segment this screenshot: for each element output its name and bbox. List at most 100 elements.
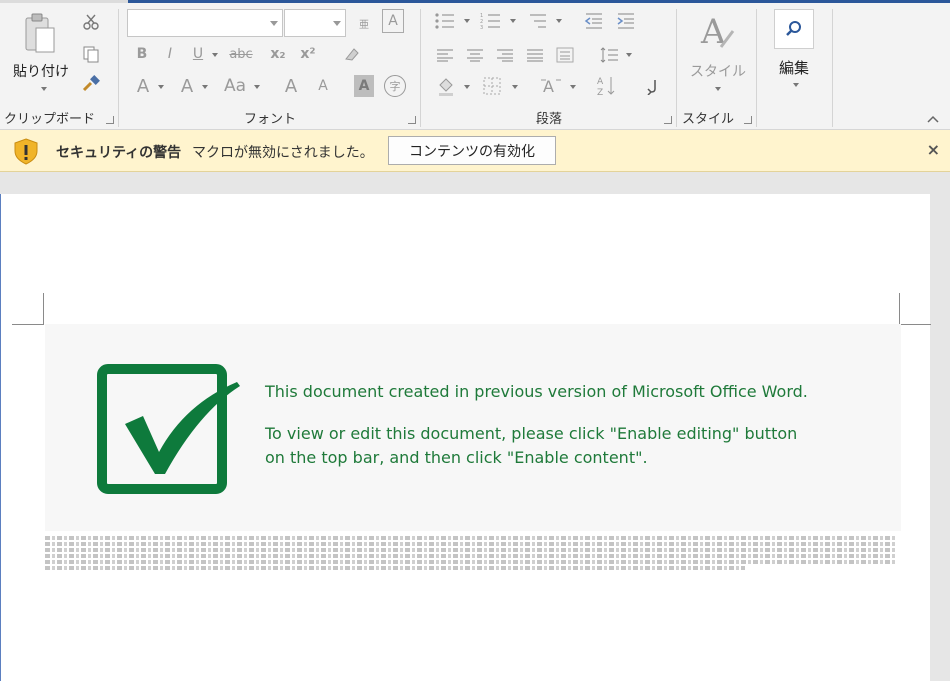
shrink-font-icon[interactable]: A bbox=[312, 73, 334, 99]
obfuscated-line bbox=[45, 542, 897, 546]
ribbon-separator bbox=[420, 9, 421, 127]
svg-text:3: 3 bbox=[480, 25, 483, 30]
align-right-icon[interactable] bbox=[494, 43, 516, 67]
numbering-dropdown-caret[interactable] bbox=[510, 19, 516, 23]
ribbon-separator bbox=[676, 9, 677, 127]
shading-icon[interactable] bbox=[434, 73, 458, 99]
bullets-icon[interactable] bbox=[432, 9, 458, 33]
align-center-icon[interactable] bbox=[464, 43, 486, 67]
strikethrough-icon[interactable]: abc bbox=[224, 41, 258, 67]
bullets-dropdown-caret[interactable] bbox=[464, 19, 470, 23]
svg-text:Z: Z bbox=[597, 88, 603, 97]
paragraph-launcher-icon[interactable] bbox=[664, 116, 672, 124]
collapse-ribbon-icon[interactable] bbox=[924, 111, 942, 127]
format-painter-icon[interactable] bbox=[80, 73, 102, 95]
banner-text-line2: To view or edit this document, please cl… bbox=[265, 424, 798, 443]
underline-icon[interactable]: U bbox=[188, 41, 208, 67]
security-warning-message: マクロが無効にされました。 bbox=[192, 145, 374, 161]
line-spacing-dropdown-caret[interactable] bbox=[626, 53, 632, 57]
superscript-icon[interactable]: x² bbox=[296, 41, 320, 67]
paragraph-group-label: 段落 bbox=[535, 112, 562, 127]
group-clipboard: 貼り付け クリップボード bbox=[0, 3, 118, 130]
group-styles: A スタイル スタイル bbox=[678, 3, 756, 130]
styles-launcher-icon[interactable] bbox=[744, 116, 752, 124]
security-warning-title: セキュリティの警告 bbox=[56, 145, 182, 161]
cut-icon[interactable] bbox=[80, 11, 102, 33]
styles-label[interactable]: スタイル bbox=[690, 61, 746, 81]
change-case-icon[interactable]: Aa bbox=[220, 73, 250, 99]
font-name-dropdown-caret[interactable] bbox=[270, 21, 278, 26]
clipboard-group-label: クリップボード bbox=[4, 112, 96, 127]
obfuscated-line bbox=[45, 554, 897, 558]
font-group-label: フォント bbox=[243, 112, 296, 127]
font-size-dropdown-caret[interactable] bbox=[333, 21, 341, 26]
distributed-icon[interactable] bbox=[554, 43, 576, 67]
close-icon[interactable]: × bbox=[927, 140, 940, 159]
banner-text-line1: This document created in previous versio… bbox=[265, 382, 808, 401]
clipboard-launcher-icon[interactable] bbox=[106, 116, 114, 124]
obfuscated-text-block bbox=[45, 536, 897, 572]
phonetic-guide-icon[interactable]: 亜 bbox=[354, 9, 374, 37]
enable-content-button[interactable]: コンテンツの有効化 bbox=[388, 136, 556, 165]
font-size-combobox[interactable] bbox=[284, 9, 346, 37]
borders-dropdown-caret[interactable] bbox=[512, 85, 518, 89]
grow-font-icon[interactable]: A bbox=[280, 73, 302, 99]
change-case-dropdown-caret[interactable] bbox=[254, 85, 260, 89]
bold-icon[interactable]: B bbox=[132, 41, 152, 67]
ribbon-separator bbox=[118, 9, 119, 127]
clear-formatting-icon[interactable] bbox=[340, 41, 362, 67]
obfuscated-line bbox=[45, 566, 745, 570]
justify-icon[interactable] bbox=[524, 43, 546, 67]
numbering-icon[interactable]: 123 bbox=[478, 9, 504, 33]
ribbon: 貼り付け クリップボード 亜 A B I U abc x₂ x² A A Aa … bbox=[0, 3, 950, 130]
underline-dropdown-caret[interactable] bbox=[212, 53, 218, 57]
copy-icon[interactable] bbox=[80, 43, 102, 65]
group-paragraph: 123 A AZ 段落 bbox=[422, 3, 676, 130]
shading-dropdown-caret[interactable] bbox=[464, 85, 470, 89]
asian-layout-icon[interactable]: A bbox=[538, 73, 564, 99]
checkmark-box-icon bbox=[97, 364, 247, 500]
enclose-char-icon[interactable]: 字 bbox=[384, 75, 406, 97]
italic-icon[interactable]: I bbox=[160, 41, 180, 67]
paste-icon[interactable] bbox=[20, 11, 60, 59]
char-shading-icon[interactable]: A bbox=[354, 75, 374, 97]
editing-dropdown-caret[interactable] bbox=[793, 83, 799, 87]
text-effects-dropdown-caret[interactable] bbox=[158, 85, 164, 89]
asian-layout-dropdown-caret[interactable] bbox=[570, 85, 576, 89]
font-color-icon[interactable]: A bbox=[176, 73, 198, 99]
font-name-combobox[interactable] bbox=[127, 9, 283, 37]
increase-indent-icon[interactable] bbox=[614, 9, 638, 33]
multilevel-dropdown-caret[interactable] bbox=[556, 19, 562, 23]
obfuscated-line bbox=[45, 560, 897, 564]
warning-shield-icon bbox=[12, 137, 40, 165]
document-page[interactable]: This document created in previous versio… bbox=[0, 194, 931, 681]
font-launcher-icon[interactable] bbox=[408, 116, 416, 124]
align-left-icon[interactable] bbox=[434, 43, 456, 67]
styles-dropdown-caret[interactable] bbox=[715, 87, 721, 91]
sort-icon[interactable]: AZ bbox=[594, 73, 618, 99]
subscript-icon[interactable]: x₂ bbox=[266, 41, 290, 67]
ribbon-separator bbox=[756, 9, 757, 127]
multilevel-list-icon[interactable] bbox=[524, 9, 550, 33]
obfuscated-line bbox=[45, 548, 897, 552]
security-warning-bar: セキュリティの警告 マクロが無効にされました。 コンテンツの有効化 × bbox=[0, 130, 950, 172]
text-effects-icon[interactable]: A bbox=[132, 73, 154, 99]
borders-icon[interactable] bbox=[480, 73, 504, 99]
obfuscated-line bbox=[45, 536, 897, 540]
paste-dropdown-caret[interactable] bbox=[41, 87, 47, 91]
char-border-icon[interactable]: A bbox=[382, 9, 404, 33]
line-spacing-icon[interactable] bbox=[598, 43, 620, 67]
document-area[interactable]: This document created in previous versio… bbox=[0, 173, 950, 681]
search-icon[interactable] bbox=[774, 9, 814, 49]
group-font: 亜 A B I U abc x₂ x² A A Aa A A A 字 フォント bbox=[120, 3, 420, 130]
crop-mark-right bbox=[899, 293, 931, 325]
paste-label[interactable]: 貼り付け bbox=[13, 61, 69, 81]
decrease-indent-icon[interactable] bbox=[582, 9, 606, 33]
styles-icon[interactable]: A bbox=[698, 9, 736, 55]
show-marks-icon[interactable] bbox=[642, 73, 664, 99]
ribbon-separator bbox=[832, 9, 833, 127]
svg-text:A: A bbox=[597, 77, 604, 87]
font-color-dropdown-caret[interactable] bbox=[202, 85, 208, 89]
editing-label[interactable]: 編集 bbox=[779, 57, 809, 78]
crop-mark-left bbox=[12, 293, 44, 325]
